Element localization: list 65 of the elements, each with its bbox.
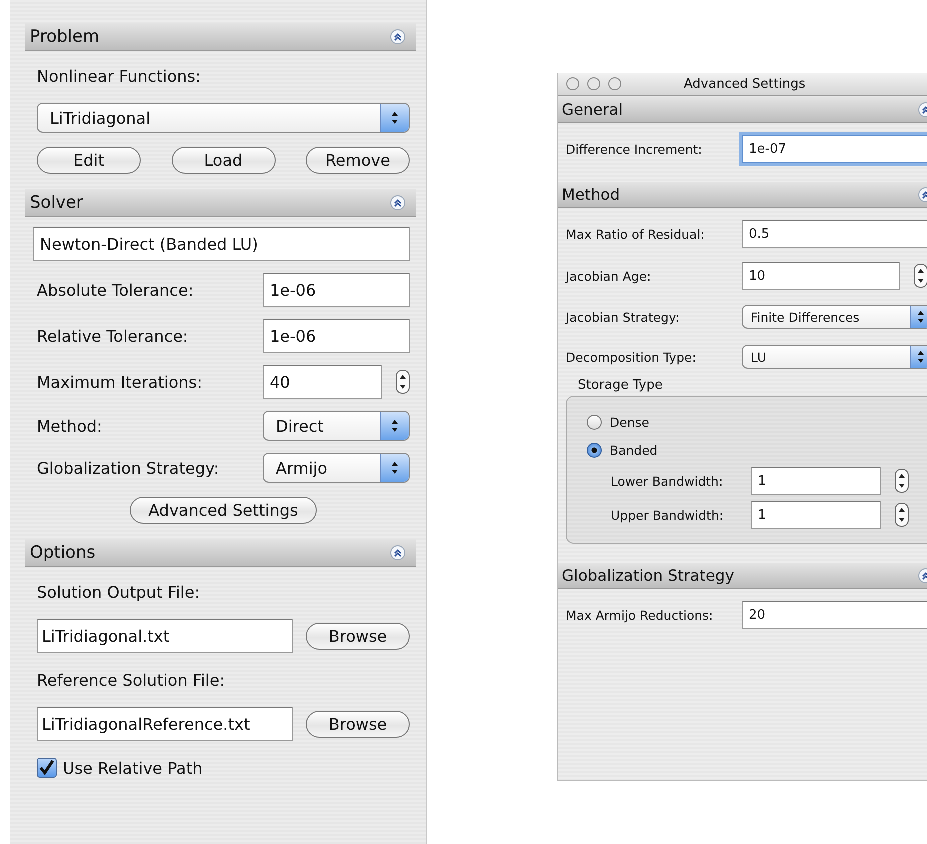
input-field[interactable]: 20 <box>742 601 927 629</box>
checkbox-label: Use Relative Path <box>63 758 203 778</box>
input-field[interactable]: 1e-06 <box>263 319 410 353</box>
dropdown[interactable]: Armijo <box>263 453 410 483</box>
radio-label: Banded <box>610 442 658 458</box>
section-header[interactable]: Method <box>558 182 927 208</box>
input-field[interactable]: 1 <box>751 501 881 529</box>
pill-button[interactable]: Edit <box>37 146 141 174</box>
browse-button[interactable]: Browse <box>306 622 410 650</box>
advanced-settings-button[interactable]: Advanced Settings <box>130 496 318 524</box>
stepper-icon[interactable] <box>895 469 909 493</box>
updown-arrows-icon <box>380 412 409 440</box>
field-label: Jacobian Strategy: <box>566 310 681 324</box>
collapse-icon[interactable] <box>390 28 406 44</box>
input-field[interactable]: 1e-07 <box>742 135 927 163</box>
section-header[interactable]: General <box>558 97 927 123</box>
updown-arrows-icon <box>910 306 927 328</box>
pill-button[interactable]: Load <box>172 146 276 174</box>
dropdown[interactable]: Direct <box>263 411 410 441</box>
browse-button[interactable]: Browse <box>306 710 410 738</box>
field-label: Nonlinear Functions: <box>37 66 202 86</box>
field-label: Jacobian Age: <box>566 268 652 284</box>
field-label: Absolute Tolerance: <box>37 280 195 300</box>
stepper-icon[interactable] <box>914 264 927 288</box>
field-label: Relative Tolerance: <box>37 326 190 346</box>
field-label: Maximum Iterations: <box>37 372 204 392</box>
field-label: Max Ratio of Residual: <box>566 226 706 242</box>
field-label: Solution Output File: <box>37 582 200 602</box>
group-title: Storage Type <box>577 378 664 393</box>
input-field[interactable]: 0.5 <box>742 220 927 248</box>
dropdown[interactable]: Finite Differences <box>742 305 927 329</box>
collapse-icon[interactable] <box>390 544 406 560</box>
field-label: Decomposition Type: <box>566 350 698 364</box>
field-label: Method: <box>37 416 104 436</box>
section-header[interactable]: Options <box>25 539 416 567</box>
field-label: Lower Bandwidth: <box>610 474 724 488</box>
dropdown[interactable]: LiTridiagonal <box>37 103 410 133</box>
input-field[interactable]: 1e-06 <box>263 273 410 307</box>
radio-button[interactable] <box>587 442 602 458</box>
checkbox[interactable] <box>37 758 57 778</box>
input-field[interactable]: 1 <box>751 467 881 495</box>
input-field[interactable]: LiTridiagonalReference.txt <box>37 707 293 741</box>
radio-label: Dense <box>610 414 650 430</box>
input-field[interactable]: 10 <box>742 262 900 290</box>
section-header[interactable]: Problem <box>25 23 416 51</box>
input-field[interactable]: LiTridiagonal.txt <box>37 619 293 653</box>
field-label: Difference Increment: <box>566 142 704 156</box>
section-header[interactable]: Solver <box>25 189 416 217</box>
field-label: Upper Bandwidth: <box>610 508 725 522</box>
field-label: Reference Solution File: <box>37 670 226 690</box>
updown-arrows-icon <box>380 454 409 482</box>
stepper-icon[interactable] <box>895 503 909 527</box>
pill-button[interactable]: Remove <box>306 146 410 174</box>
dropdown[interactable]: LU <box>742 345 927 369</box>
window-title: Advanced Settings <box>684 76 806 92</box>
radio-button[interactable] <box>587 414 602 430</box>
stepper-icon[interactable] <box>396 370 410 394</box>
field-label: Max Armijo Reductions: <box>566 608 714 622</box>
updown-arrows-icon <box>910 346 927 368</box>
updown-arrows-icon <box>380 104 409 132</box>
field-label: Globalization Strategy: <box>37 458 220 478</box>
input-field[interactable]: 40 <box>263 365 382 399</box>
input-field[interactable]: Newton-Direct (Banded LU) <box>33 227 410 261</box>
section-header[interactable]: Globalization Strategy <box>558 563 927 589</box>
collapse-icon[interactable] <box>390 194 406 210</box>
